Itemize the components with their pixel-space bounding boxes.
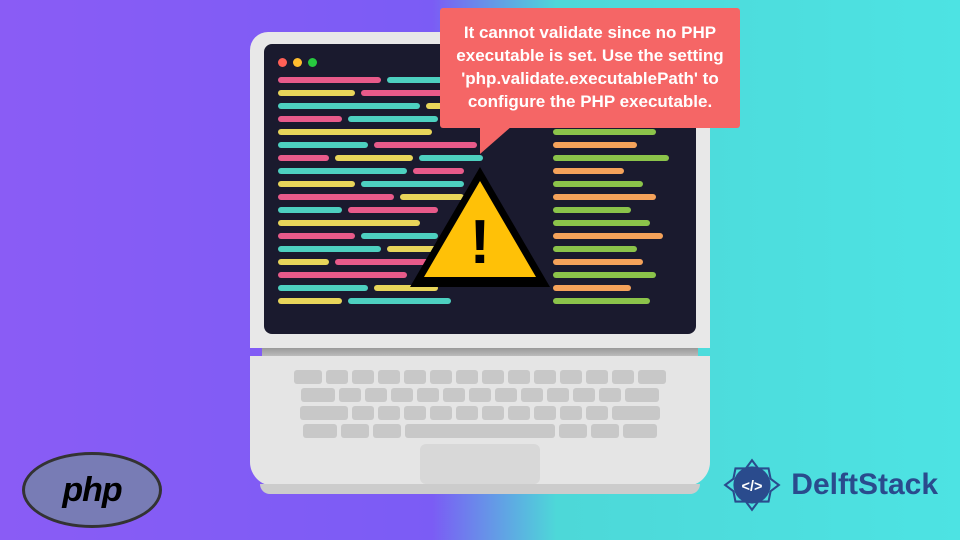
error-message-bubble: It cannot validate since no PHP executab…: [440, 8, 740, 128]
delftstack-text: DelftStack: [791, 468, 938, 502]
laptop-base-wrap: [250, 348, 710, 486]
error-message-text: It cannot validate since no PHP executab…: [456, 23, 723, 111]
warning-triangle-icon: !: [410, 167, 550, 287]
php-logo-text: php: [62, 471, 121, 510]
svg-text:</>: </>: [742, 479, 763, 495]
min-dot: [293, 58, 302, 67]
delftstack-icon: </>: [721, 454, 783, 516]
php-logo: php: [22, 452, 162, 528]
trackpad: [420, 444, 540, 484]
delftstack-logo: </> DelftStack: [721, 454, 938, 516]
laptop-edge: [260, 484, 700, 494]
laptop-hinge: [262, 348, 698, 356]
laptop-base: [250, 356, 710, 486]
keyboard: [288, 370, 672, 438]
max-dot: [308, 58, 317, 67]
exclamation-icon: !: [470, 207, 491, 278]
close-dot: [278, 58, 287, 67]
